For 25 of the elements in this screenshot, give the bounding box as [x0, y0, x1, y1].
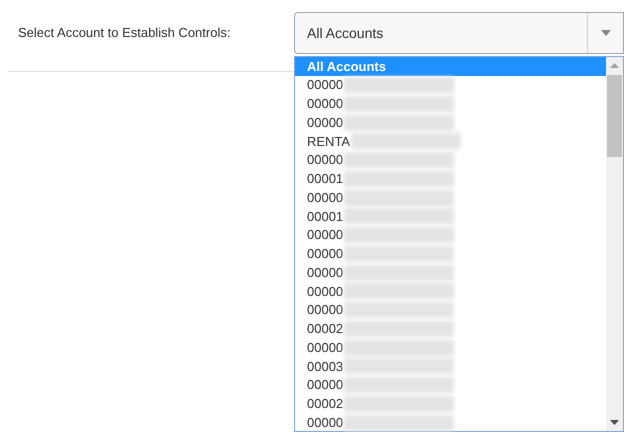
dropdown-option[interactable]: 00002: [295, 394, 606, 414]
dropdown-option[interactable]: 00000: [295, 300, 606, 320]
caret-icon: [600, 30, 610, 36]
scroll-thumb[interactable]: [607, 75, 622, 157]
field-label: Select Account to Establish Controls:: [18, 24, 232, 42]
dropdown-option[interactable]: 00000: [295, 76, 606, 94]
account-select[interactable]: All Accounts: [294, 12, 624, 54]
dropdown-option[interactable]: 00003: [295, 357, 606, 376]
dropdown-option[interactable]: 00000: [295, 244, 606, 264]
scroll-down-icon[interactable]: [610, 420, 619, 425]
dropdown-option[interactable]: 00000: [295, 263, 606, 282]
scroll-up-icon[interactable]: [610, 63, 619, 68]
dropdown-option[interactable]: RENTA: [295, 132, 606, 151]
dropdown-option[interactable]: 00000: [295, 338, 606, 357]
dropdown-option[interactable]: 00001: [295, 207, 606, 226]
dropdown-option[interactable]: 00000: [295, 413, 606, 432]
dropdown-option[interactable]: 00001: [295, 170, 606, 188]
dropdown-option[interactable]: 00002: [295, 320, 606, 338]
dropdown-option[interactable]: 00000: [295, 226, 606, 244]
dropdown-option[interactable]: 00000: [295, 376, 606, 394]
dropdown-option[interactable]: 00000: [295, 113, 606, 132]
dropdown-option[interactable]: 00000: [295, 94, 606, 114]
dropdown-option[interactable]: 00000: [295, 188, 606, 207]
dropdown-option[interactable]: 00000: [295, 150, 606, 170]
dropdown-option[interactable]: 00000: [295, 282, 606, 301]
